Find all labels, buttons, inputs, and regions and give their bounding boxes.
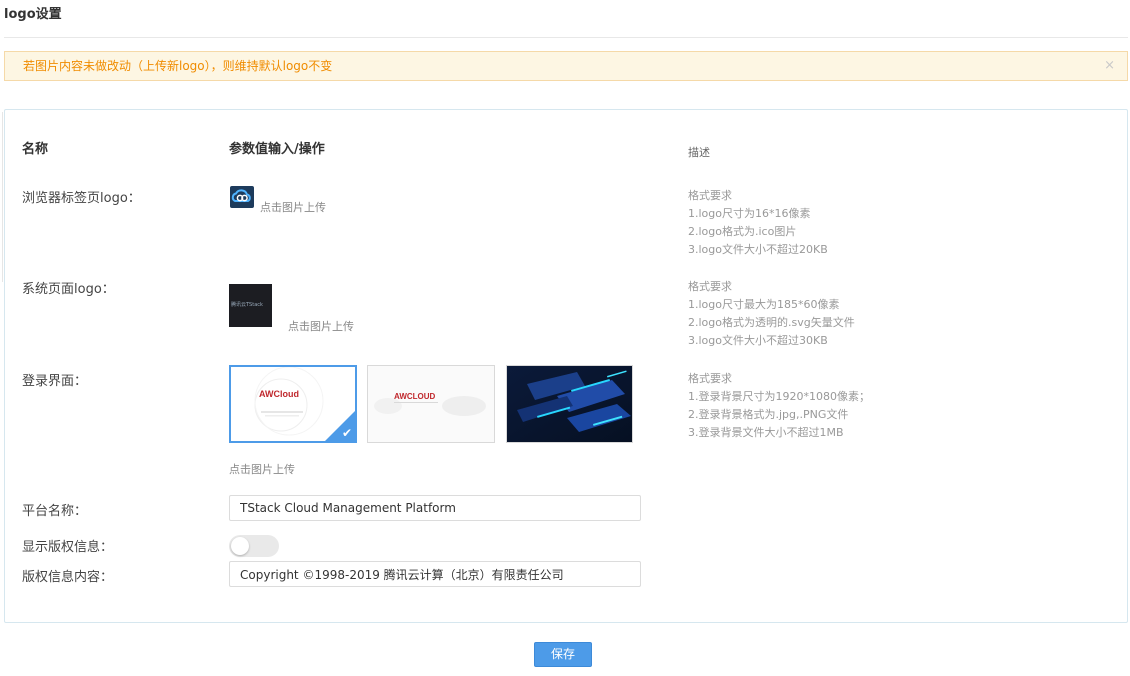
copyright-content-input[interactable]: [229, 561, 641, 587]
save-button[interactable]: 保存: [534, 642, 592, 667]
system-logo-text: 腾讯云TStack: [231, 302, 263, 308]
desc-line: 3.logo文件大小不超过30KB: [688, 334, 828, 347]
copyright-content-label: 版权信息内容：: [22, 570, 114, 585]
toggle-knob: [231, 537, 249, 555]
thumb-1-brand: AWCloud: [259, 389, 299, 399]
desc-line: 格式要求: [688, 280, 732, 293]
cloud-logo-icon: [231, 189, 251, 202]
desc-line: 2.登录背景格式为.jpg,.PNG文件: [688, 408, 849, 421]
title-divider: [4, 37, 1128, 38]
system-logo-upload-text[interactable]: 点击图片上传: [288, 318, 354, 334]
favicon-description: 格式要求 1.logo尺寸为16*16像素 2.logo格式为.ico图片 3.…: [688, 187, 828, 259]
column-header-desc: 描述: [688, 146, 710, 159]
login-description: 格式要求 1.登录背景尺寸为1920*1080像素； 2.登录背景格式为.jpg…: [688, 370, 870, 442]
thumb-2-brand: AWCLOUD: [394, 392, 436, 401]
login-background-option-3[interactable]: [506, 365, 633, 443]
login-background-option-2[interactable]: AWCLOUD: [367, 365, 495, 443]
desc-line: 1.登录背景尺寸为1920*1080像素；: [688, 390, 870, 403]
column-header-value: 参数值输入/操作: [229, 142, 325, 157]
login-upload-text[interactable]: 点击图片上传: [229, 461, 295, 477]
favicon-upload-text[interactable]: 点击图片上传: [260, 199, 326, 215]
system-logo-label: 系统页面logo：: [22, 282, 115, 297]
desc-line: 1.logo尺寸最大为185*60像素: [688, 298, 840, 311]
alert-message: 若图片内容未做改动（上传新logo），则维持默认logo不变: [23, 59, 333, 73]
thumb-2-art: [374, 396, 486, 416]
info-alert: 若图片内容未做改动（上传新logo），则维持默认logo不变 ×: [4, 51, 1128, 81]
show-copyright-toggle[interactable]: [229, 535, 279, 557]
login-label: 登录界面：: [22, 374, 88, 389]
system-logo-image[interactable]: 腾讯云TStack: [229, 284, 272, 327]
close-icon[interactable]: ×: [1104, 52, 1115, 80]
desc-line: 1.logo尺寸为16*16像素: [688, 207, 811, 220]
panel-side-line: [2, 112, 3, 282]
desc-line: 3.登录背景文件大小不超过1MB: [688, 426, 844, 439]
page-title: logo设置: [4, 7, 62, 22]
favicon-logo-image[interactable]: [230, 186, 254, 208]
desc-line: 格式要求: [688, 372, 732, 385]
login-background-option-1[interactable]: AWCloud ✔: [229, 365, 357, 443]
platform-name-input[interactable]: [229, 495, 641, 521]
desc-line: 2.logo格式为透明的.svg矢量文件: [688, 316, 855, 329]
favicon-label: 浏览器标签页logo：: [22, 191, 141, 206]
platform-name-label: 平台名称：: [22, 504, 88, 519]
show-copyright-label: 显示版权信息：: [22, 540, 114, 555]
desc-line: 3.logo文件大小不超过20KB: [688, 243, 828, 256]
checkmark-icon: ✔: [341, 426, 352, 440]
desc-line: 格式要求: [688, 189, 732, 202]
desc-line: 2.logo格式为.ico图片: [688, 225, 797, 238]
thumb-3-art: [507, 366, 632, 442]
system-logo-description: 格式要求 1.logo尺寸最大为185*60像素 2.logo格式为透明的.sv…: [688, 278, 855, 350]
column-header-name: 名称: [22, 142, 49, 157]
